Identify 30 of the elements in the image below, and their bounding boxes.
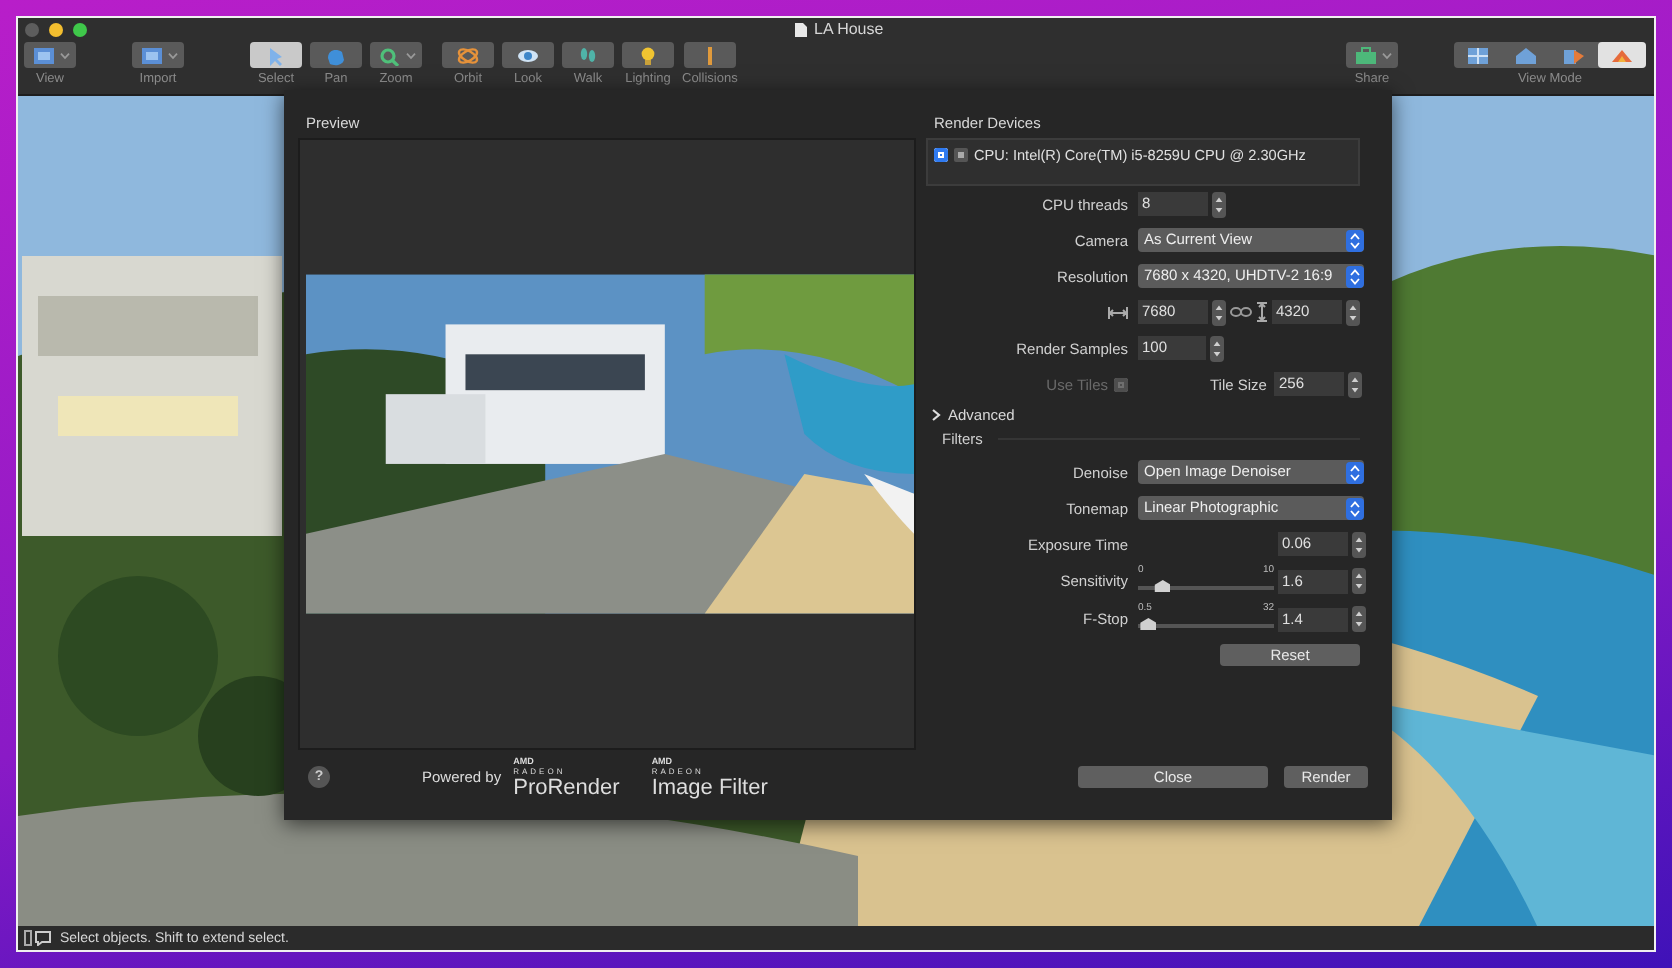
tool-button[interactable] <box>502 42 554 68</box>
caret-icon <box>167 51 177 59</box>
briefcase-icon <box>1353 45 1377 65</box>
eye-icon <box>516 45 540 65</box>
tool-button[interactable] <box>683 42 736 68</box>
cursor-icon <box>264 45 288 65</box>
tool-button[interactable] <box>442 42 494 68</box>
tool-button[interactable] <box>24 42 76 68</box>
house-icon <box>1514 45 1538 65</box>
tool-button[interactable] <box>370 42 422 68</box>
floor-plan-icon <box>1466 45 1490 65</box>
footprints-icon <box>576 45 600 65</box>
tool-button[interactable] <box>1346 42 1398 68</box>
tool-button[interactable] <box>562 42 614 68</box>
document-icon <box>794 21 808 37</box>
split-view-icon <box>1562 45 1586 65</box>
window-icon <box>139 45 163 65</box>
caret-icon <box>59 51 69 59</box>
tool-button[interactable] <box>622 42 674 68</box>
caret-icon <box>405 51 415 59</box>
window-title: LA House <box>814 20 884 38</box>
caret-icon <box>1381 51 1391 59</box>
hand-icon <box>324 45 348 65</box>
window-icon <box>31 45 55 65</box>
tool-button[interactable] <box>132 42 184 68</box>
light-bulb-icon <box>636 45 660 65</box>
magnifier-icon <box>377 45 401 65</box>
window-controls-icon[interactable] <box>24 21 92 37</box>
roof-icon <box>1610 45 1634 65</box>
orbit-icon <box>456 45 480 65</box>
